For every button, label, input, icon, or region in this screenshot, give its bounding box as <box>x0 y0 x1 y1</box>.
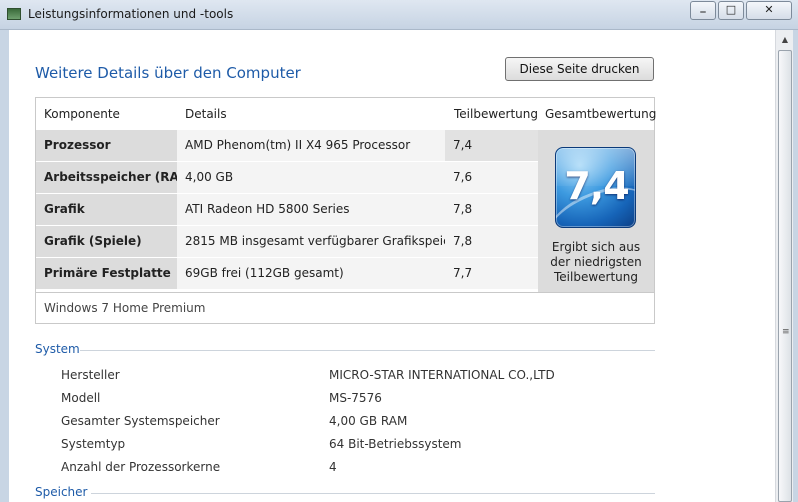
subscore: 7,4 <box>453 138 473 152</box>
component-name: Arbeitsspeicher (RAM) <box>44 170 197 184</box>
system-label: Hersteller <box>61 368 120 382</box>
header-overall: Gesamtbewertung <box>545 107 657 121</box>
system-value: MICRO-STAR INTERNATIONAL CO.,LTD <box>329 368 555 382</box>
system-label: Anzahl der Prozessorkerne <box>61 460 221 474</box>
vertical-scrollbar[interactable]: ▲ ≡ <box>775 30 793 502</box>
maximize-icon: □ <box>725 3 737 16</box>
overall-caption: Ergibt sich aus der niedrigsten Teilbewe… <box>550 240 642 284</box>
component-details: 4,00 GB <box>185 170 234 184</box>
system-value: 4 <box>329 460 337 474</box>
score-table: Komponente Details Teilbewertung Gesamtb… <box>35 97 657 324</box>
window-frame-right <box>793 30 798 502</box>
close-button[interactable]: ✕ <box>746 1 792 20</box>
scroll-thumb[interactable]: ≡ <box>778 50 792 502</box>
subscore: 7,6 <box>453 170 473 184</box>
table-row: Grafik ATI Radeon HD 5800 Series 7,8 <box>36 194 538 226</box>
system-value: 64 Bit-Betriebssystem <box>329 437 462 451</box>
component-name: Primäre Festplatte <box>44 266 171 280</box>
performance-tools-icon <box>7 8 21 20</box>
minimize-icon: _ <box>700 0 706 13</box>
table-row: Grafik (Spiele) 2815 MB insgesamt verfüg… <box>36 226 538 258</box>
scroll-up-arrow-icon[interactable]: ▲ <box>777 32 793 48</box>
window-frame-left <box>0 30 9 502</box>
print-page-button[interactable]: Diese Seite drucken <box>505 57 654 81</box>
score-badge-icon: 7,4 <box>555 147 636 228</box>
component-details: 2815 MB insgesamt verfügbarer Grafikspei… <box>185 234 470 248</box>
overall-score-panel: 7,4 Ergibt sich aus der niedrigsten Teil… <box>538 130 654 292</box>
storage-section-title: Speicher <box>35 485 88 499</box>
component-name: Prozessor <box>44 138 111 152</box>
component-name: Grafik (Spiele) <box>44 234 142 248</box>
content-area: Weitere Details über den Computer Diese … <box>9 30 775 502</box>
scroll-grip-icon: ≡ <box>782 327 790 337</box>
system-value: MS-7576 <box>329 391 382 405</box>
table-row: Prozessor AMD Phenom(tm) II X4 965 Proce… <box>36 130 538 162</box>
os-edition-row: Windows 7 Home Premium <box>36 292 654 323</box>
system-label: Modell <box>61 391 101 405</box>
header-component: Komponente <box>44 107 120 121</box>
os-edition: Windows 7 Home Premium <box>44 301 206 315</box>
table-row: Arbeitsspeicher (RAM) 4,00 GB 7,6 <box>36 162 538 194</box>
component-details: ATI Radeon HD 5800 Series <box>185 202 350 216</box>
system-value: 4,00 GB RAM <box>329 414 408 428</box>
component-details: 69GB frei (112GB gesamt) <box>185 266 344 280</box>
window-title: Leistungsinformationen und -tools <box>28 7 234 21</box>
subscore: 7,7 <box>453 266 473 280</box>
component-details: AMD Phenom(tm) II X4 965 Processor <box>185 138 411 152</box>
subscore: 7,8 <box>453 234 473 248</box>
subscore: 7,8 <box>453 202 473 216</box>
page-title: Weitere Details über den Computer <box>35 64 301 82</box>
title-bar[interactable]: Leistungsinformationen und -tools _ □ ✕ <box>0 0 798 30</box>
table-row: Primäre Festplatte 69GB frei (112GB gesa… <box>36 258 538 290</box>
minimize-button[interactable]: _ <box>690 0 716 20</box>
header-details: Details <box>185 107 227 121</box>
maximize-button[interactable]: □ <box>718 1 744 20</box>
section-divider <box>80 350 655 351</box>
system-label: Gesamter Systemspeicher <box>61 414 220 428</box>
system-label: Systemtyp <box>61 437 126 451</box>
overall-score: 7,4 <box>564 164 629 208</box>
system-section-title: System <box>35 342 80 356</box>
header-subscore: Teilbewertung <box>454 107 539 121</box>
section-divider <box>91 493 655 494</box>
component-name: Grafik <box>44 202 85 216</box>
close-icon: ✕ <box>764 3 774 16</box>
